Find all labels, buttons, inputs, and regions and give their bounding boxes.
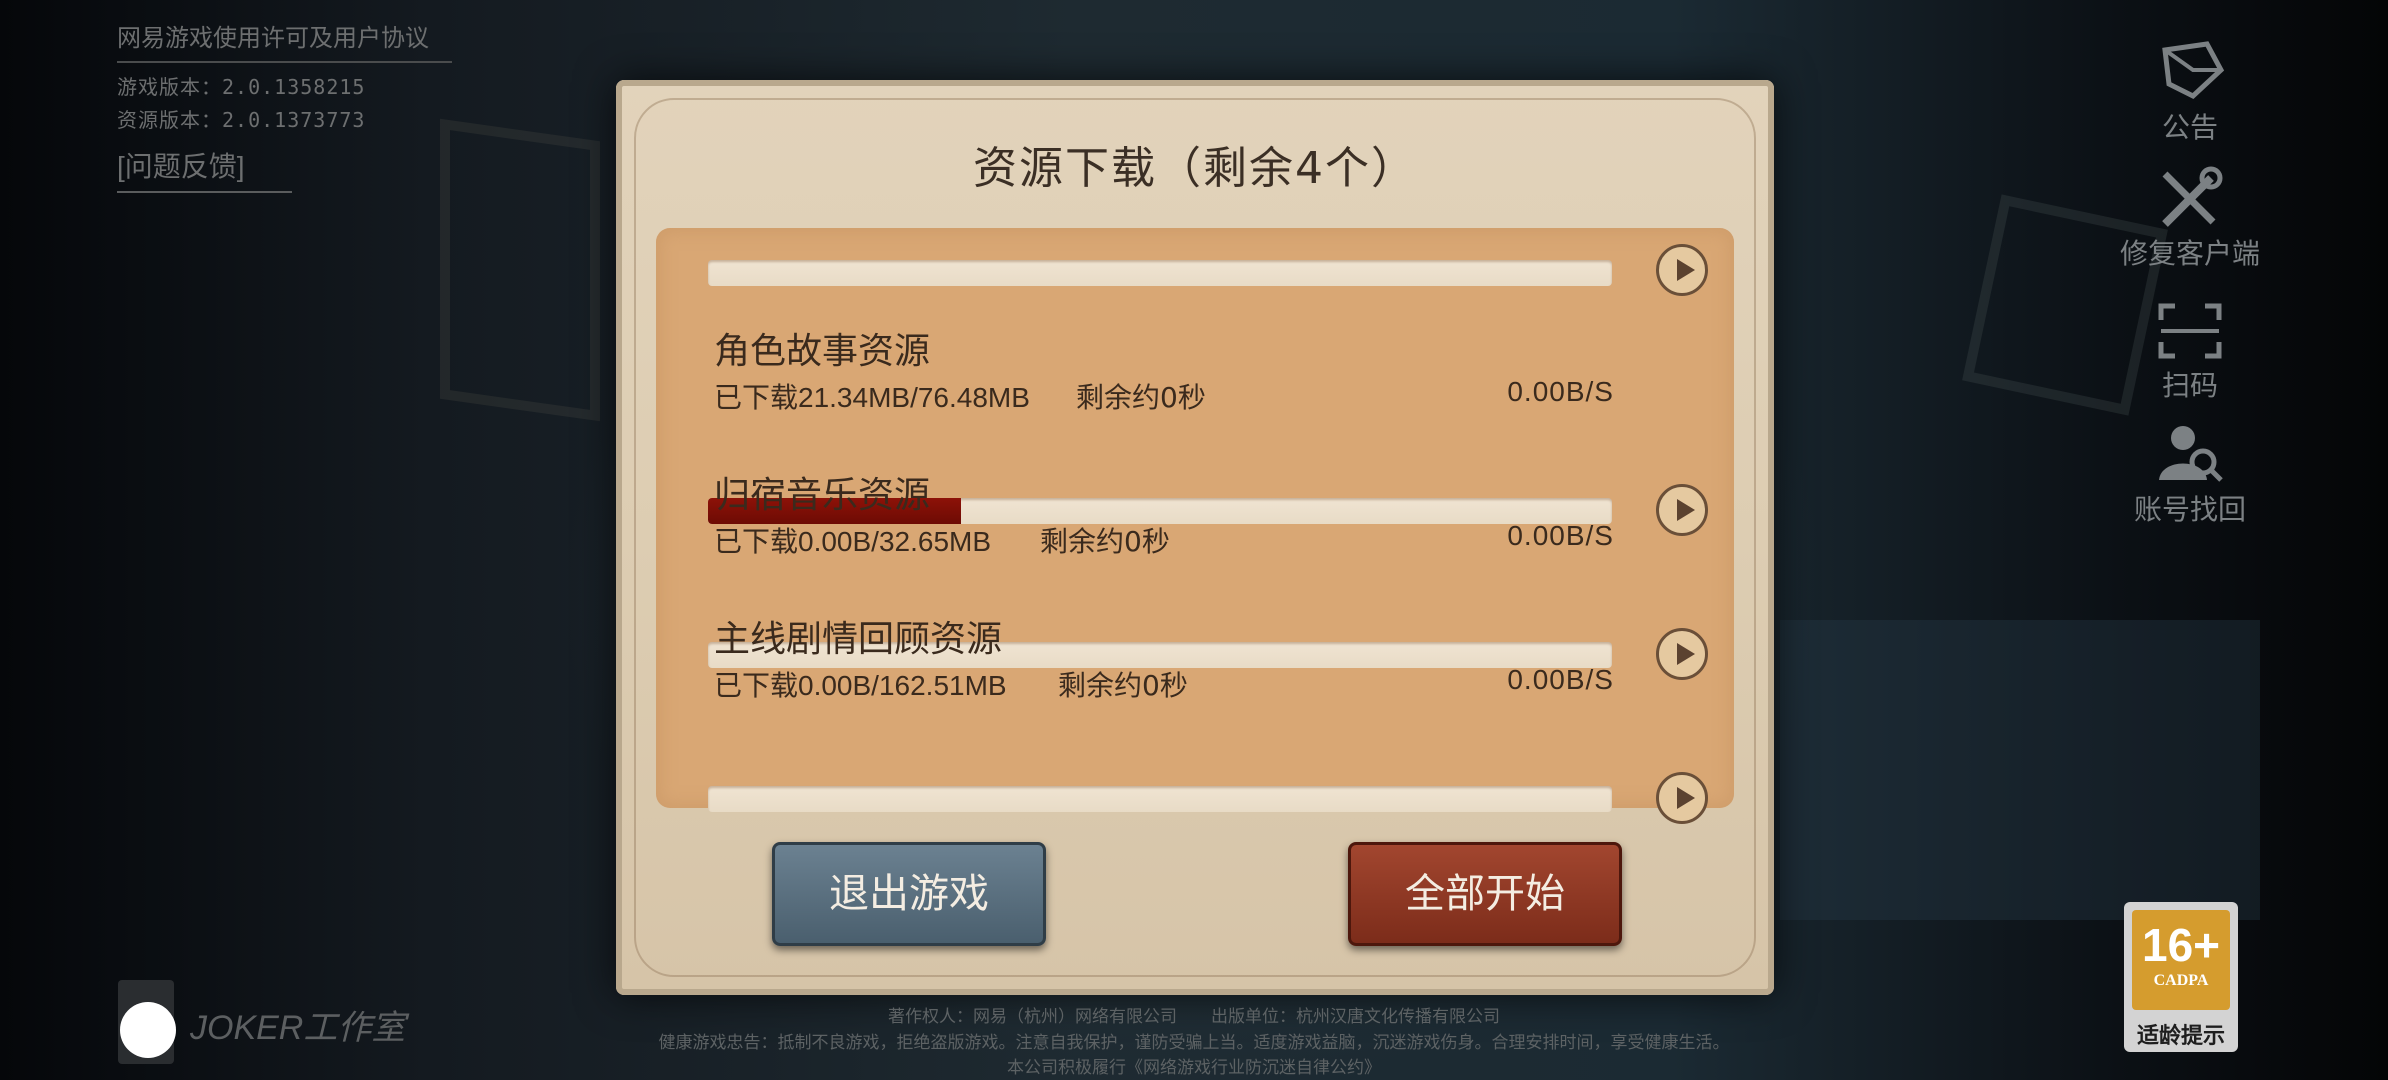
- game-version: 游戏版本：2.0.1358215: [117, 75, 366, 99]
- remaining-time: 剩余约0秒: [1040, 525, 1170, 558]
- download-list: 角色故事资源 已下载21.34MB/76.48MB 剩余约0秒 0.00B/S …: [656, 228, 1734, 824]
- age-rating-org: CADPA: [2153, 972, 2209, 989]
- resource-version: 资源版本：2.0.1373773: [117, 108, 366, 132]
- dialog-title: 资源下载（剩余4个）: [973, 143, 1417, 194]
- account-recovery-button[interactable]: 账号找回: [2100, 420, 2280, 528]
- resource-name: 主线剧情回顾资源: [714, 619, 1003, 660]
- start-all-button[interactable]: 全部开始: [1348, 842, 1622, 946]
- play-button[interactable]: [1656, 628, 1708, 680]
- play-button[interactable]: [1656, 772, 1708, 824]
- scan-label: 扫码: [2161, 369, 2218, 402]
- play-button[interactable]: [1656, 484, 1708, 536]
- announcement-button[interactable]: 公告: [2100, 40, 2280, 146]
- assistive-touch-button[interactable]: [120, 1002, 176, 1058]
- resource-download-dialog: 资源下载（剩余4个） 角色故事资源 已下载21.34MB/76.48MB 剩余约…: [616, 80, 1774, 995]
- announcement-label: 公告: [2161, 111, 2218, 144]
- anti-addiction-line: 本公司积极履行《网络游戏行业防沉迷自律公约》: [1007, 1058, 1381, 1077]
- download-speed: 0.00B/S: [1507, 376, 1614, 407]
- download-speed: 0.00B/S: [1507, 664, 1614, 695]
- repair-client-button[interactable]: 修复客户端: [2100, 166, 2280, 272]
- age-rating-value: 16+: [2141, 919, 2221, 971]
- announcement-icon: [2162, 41, 2225, 100]
- resource-meta: 已下载0.00B/162.51MB 剩余约0秒 0.00B/S: [714, 664, 1614, 702]
- download-speed: 0.00B/S: [1507, 520, 1614, 551]
- downloaded-size: 已下载0.00B/162.51MB: [714, 670, 1007, 701]
- feedback-link[interactable]: [问题反馈]: [117, 145, 292, 193]
- age-rating-badge[interactable]: 16+ CADPA 适龄提示: [2124, 902, 2238, 1052]
- resource-name: 归宿音乐资源: [714, 475, 931, 516]
- top-left-info: 网易游戏使用许可及用户协议 游戏版本：2.0.1358215 资源版本：2.0.…: [117, 18, 452, 193]
- user-agreement-link[interactable]: 网易游戏使用许可及用户协议: [117, 18, 452, 63]
- resource-name: 角色故事资源: [714, 331, 931, 372]
- list-item: 角色故事资源 已下载21.34MB/76.48MB 剩余约0秒 0.00B/S: [714, 322, 1614, 414]
- list-item: 主线剧情回顾资源 已下载0.00B/162.51MB 剩余约0秒 0.00B/S: [714, 610, 1614, 702]
- remaining-time: 剩余约0秒: [1058, 669, 1188, 702]
- repair-client-label: 修复客户端: [2119, 237, 2260, 270]
- downloaded-size: 已下载0.00B/32.65MB: [714, 526, 992, 557]
- remaining-time: 剩余约0秒: [1076, 381, 1206, 414]
- account-recovery-label: 账号找回: [2133, 493, 2246, 526]
- list-item: 归宿音乐资源 已下载0.00B/32.65MB 剩余约0秒 0.00B/S: [714, 466, 1614, 558]
- background-picture-frame: [440, 118, 600, 422]
- age-rating-tip: 适龄提示: [2136, 1024, 2225, 1049]
- play-button-partial[interactable]: [1656, 244, 1708, 296]
- repair-tools-icon: [2162, 166, 2223, 227]
- resource-meta: 已下载0.00B/32.65MB 剩余约0秒 0.00B/S: [714, 520, 1614, 558]
- downloaded-size: 已下载21.34MB/76.48MB: [714, 382, 1030, 413]
- progress-bar-partial: [708, 260, 1612, 286]
- background-floor: [1780, 620, 2260, 920]
- age-rating-inner: 16+ CADPA: [2132, 910, 2230, 1010]
- progress-bar: [708, 786, 1612, 812]
- studio-logo-text: JOKER工作室: [190, 1009, 406, 1047]
- scan-button[interactable]: 扫码: [2100, 300, 2280, 404]
- resource-meta: 已下载21.34MB/76.48MB 剩余约0秒 0.00B/S: [714, 376, 1614, 414]
- account-recovery-icon: [2159, 426, 2223, 482]
- exit-game-button[interactable]: 退出游戏: [772, 842, 1046, 946]
- scan-icon: [2158, 303, 2222, 359]
